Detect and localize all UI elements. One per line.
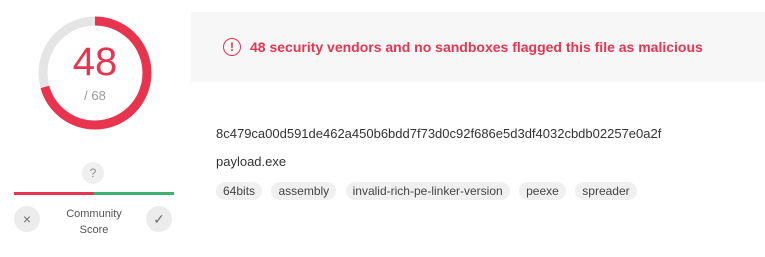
community-label-line1: Community	[66, 208, 122, 220]
alert-text: 48 security vendors and no sandboxes fla…	[250, 39, 703, 55]
tag-spreader[interactable]: spreader	[575, 182, 637, 200]
detection-alert: ! 48 security vendors and no sandboxes f…	[191, 12, 765, 82]
community-score-bar	[14, 192, 174, 195]
file-info-card: ! 48 security vendors and no sandboxes f…	[191, 12, 765, 228]
positives-count: 48	[72, 40, 118, 84]
vote-harmful-button[interactable]: ×	[14, 206, 40, 232]
tag-invalid-rich-pe-linker-version[interactable]: invalid-rich-pe-linker-version	[345, 182, 510, 200]
community-label-line2: Score	[79, 224, 109, 236]
detection-summary: 48 / 68 ? × Community Score ✓	[0, 0, 190, 257]
detection-gauge: 48 / 68	[34, 12, 156, 134]
total-engines: / 68	[84, 88, 106, 103]
community-score-positive	[94, 192, 174, 195]
tag-assembly[interactable]: assembly	[271, 182, 337, 200]
tag-64bits[interactable]: 64bits	[216, 182, 263, 200]
community-score: ? × Community Score ✓	[12, 162, 176, 242]
community-score-label: Community Score	[54, 206, 134, 238]
file-name: payload.exe	[216, 154, 287, 169]
community-score-badge: ?	[82, 162, 104, 184]
alert-circle-icon: !	[223, 38, 241, 56]
vote-harmless-button[interactable]: ✓	[146, 206, 172, 232]
file-hash[interactable]: 8c479ca00d591de462a450b6bdd7f73d0c92f686…	[216, 126, 661, 141]
community-score-negative	[14, 192, 94, 195]
file-tags: 64bits assembly invalid-rich-pe-linker-v…	[216, 182, 642, 200]
check-icon: ✓	[153, 211, 165, 227]
close-icon: ×	[22, 211, 32, 227]
tag-peexe[interactable]: peexe	[519, 182, 566, 200]
